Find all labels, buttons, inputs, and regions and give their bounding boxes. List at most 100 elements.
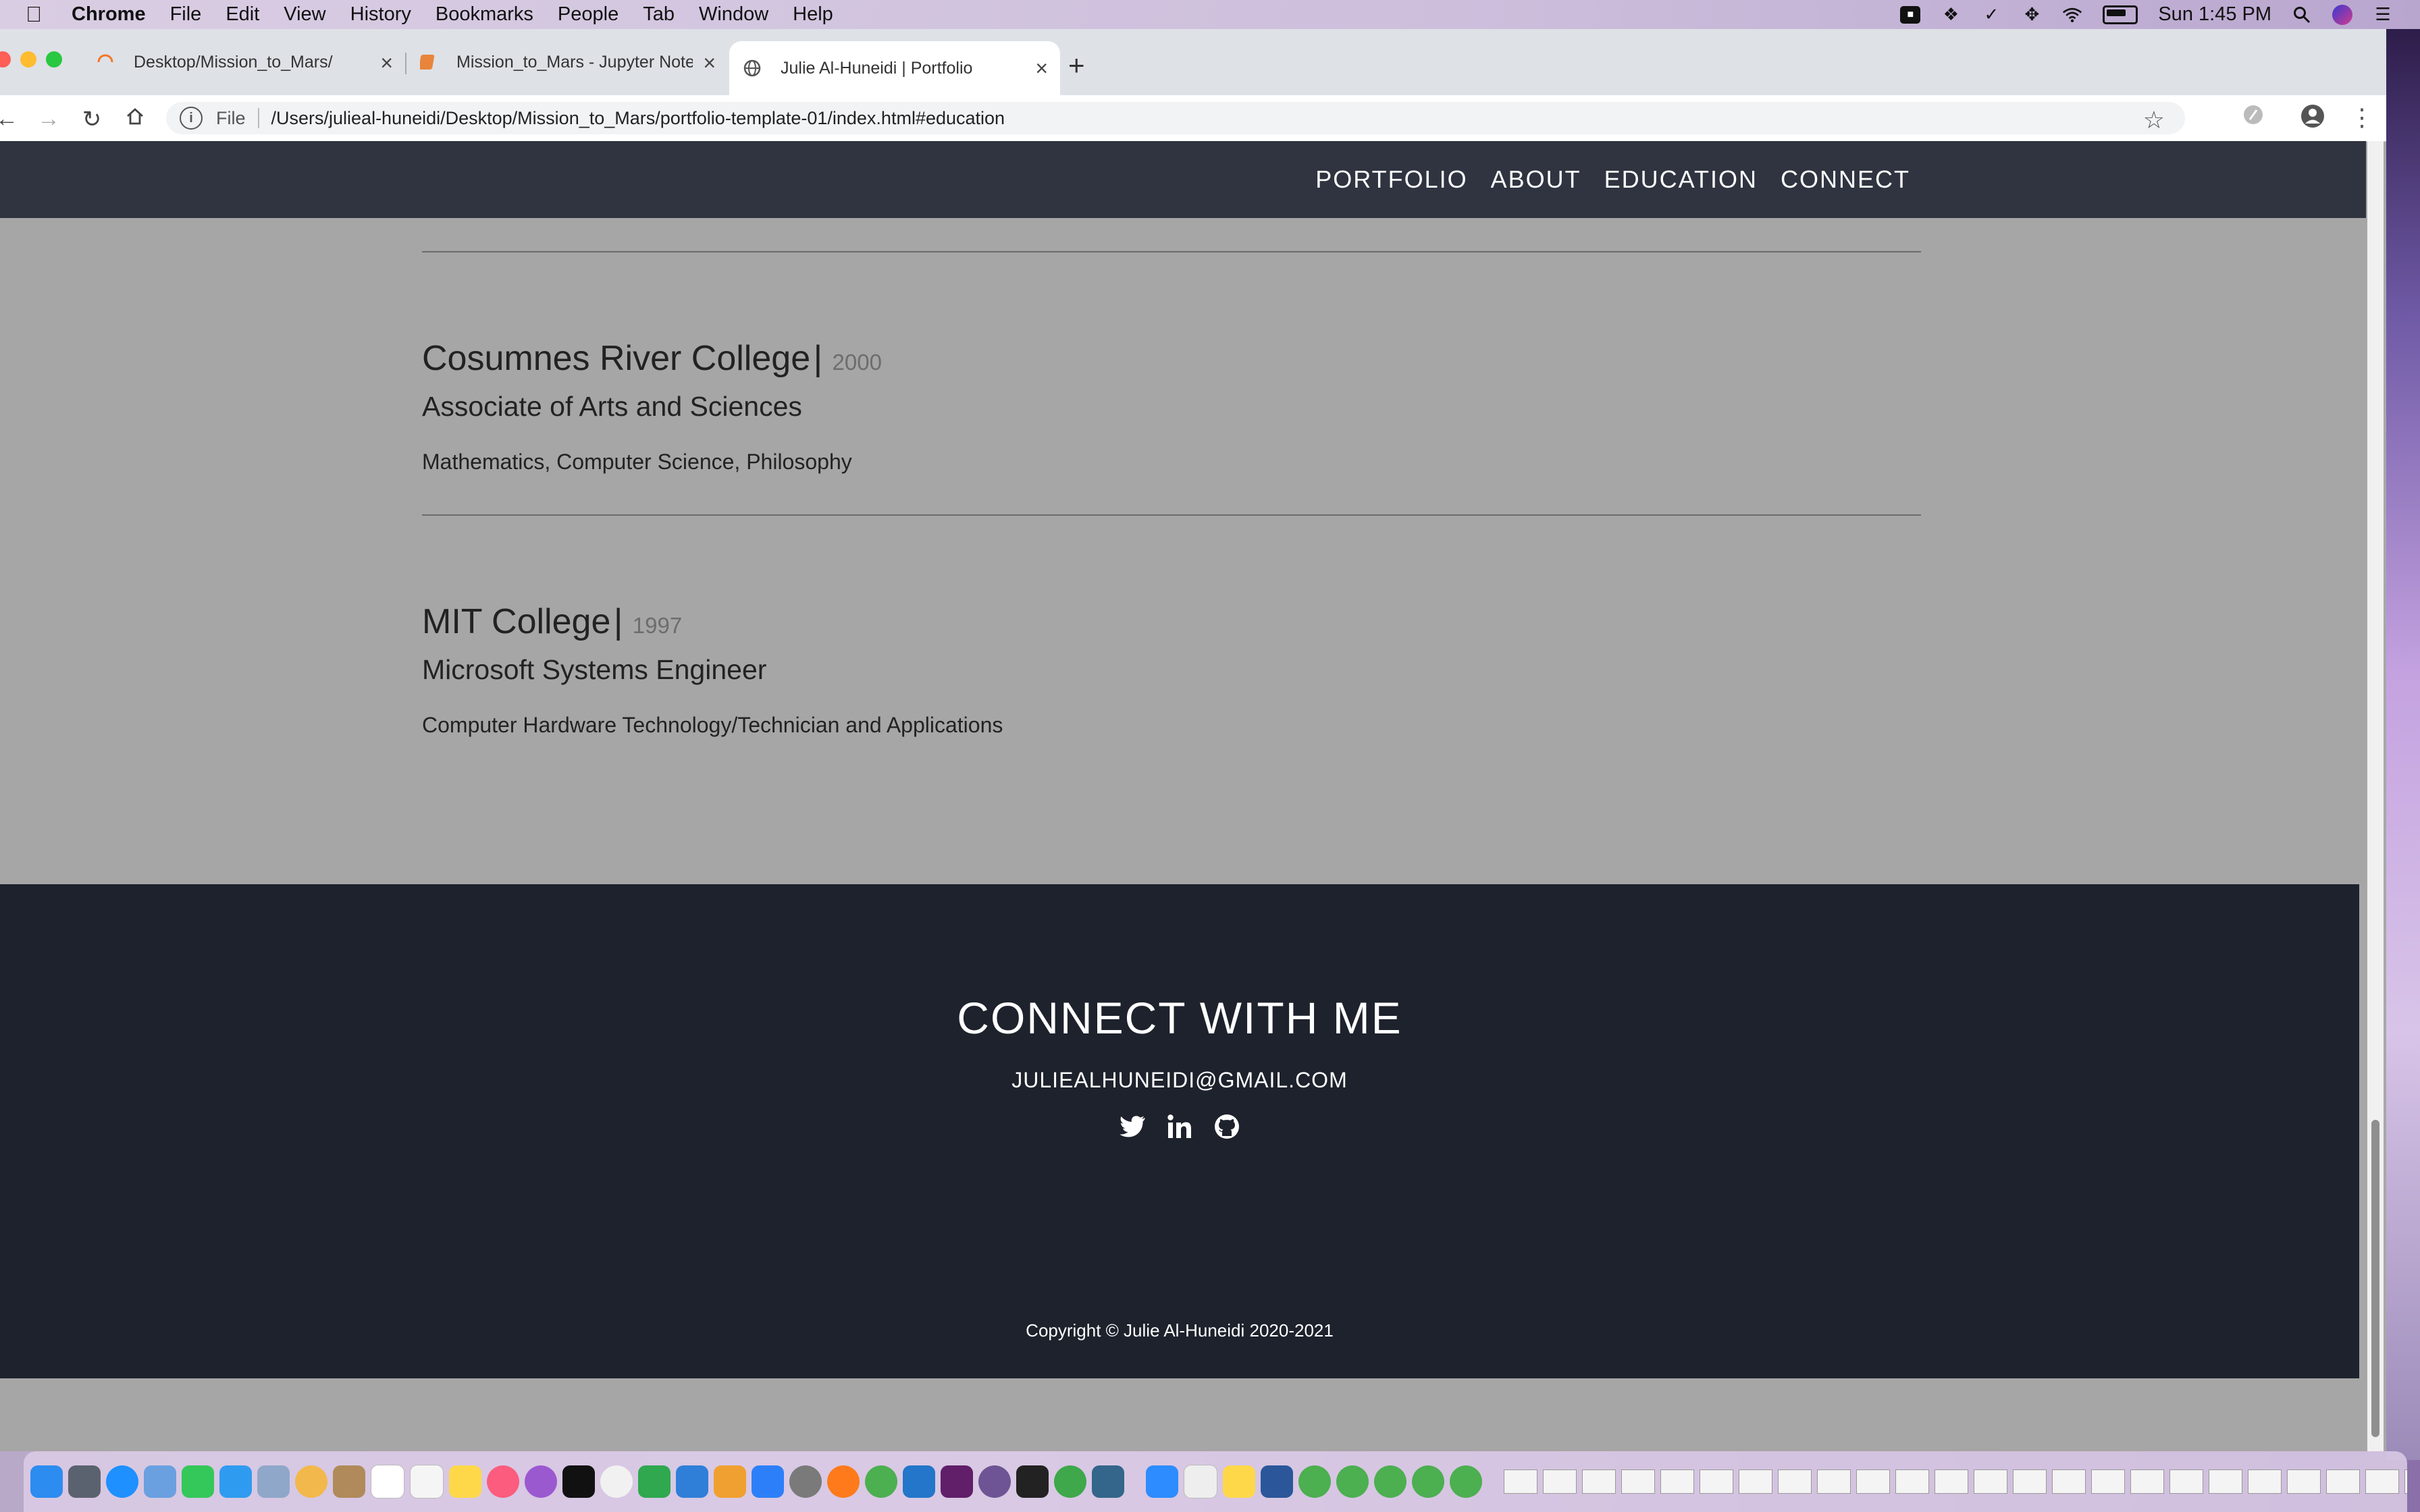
app-store-icon[interactable] bbox=[752, 1465, 784, 1498]
chrome-icon[interactable] bbox=[1336, 1465, 1369, 1498]
music-icon[interactable] bbox=[487, 1465, 519, 1498]
finder-icon[interactable] bbox=[30, 1465, 63, 1498]
menu-people[interactable]: People bbox=[558, 3, 619, 26]
menu-tab[interactable]: Tab bbox=[643, 3, 675, 26]
minimized-window-thumbnail[interactable] bbox=[1582, 1469, 1616, 1494]
tab-portfolio-active[interactable]: Julie Al-Huneidi | Portfolio × bbox=[729, 41, 1060, 95]
close-tab-icon[interactable]: × bbox=[703, 51, 716, 76]
minimized-window-thumbnail[interactable] bbox=[2130, 1469, 2164, 1494]
safari-icon[interactable] bbox=[106, 1465, 138, 1498]
minimized-window-thumbnail[interactable] bbox=[2248, 1469, 2282, 1494]
terminal-icon[interactable] bbox=[1016, 1465, 1049, 1498]
minimized-window-thumbnail[interactable] bbox=[1700, 1469, 1733, 1494]
apple-tv-icon[interactable] bbox=[562, 1465, 595, 1498]
zoom-icon[interactable] bbox=[1146, 1465, 1178, 1498]
nav-link-about[interactable]: ABOUT bbox=[1491, 165, 1581, 194]
minimized-window-thumbnail[interactable] bbox=[1895, 1469, 1929, 1494]
preview-icon[interactable] bbox=[144, 1465, 176, 1498]
minimized-window-thumbnail[interactable] bbox=[1778, 1469, 1812, 1494]
minimized-window-thumbnail[interactable] bbox=[1543, 1469, 1577, 1494]
vscode-icon[interactable] bbox=[903, 1465, 935, 1498]
chrome-icon[interactable] bbox=[1374, 1465, 1406, 1498]
address-bar[interactable]: i File /Users/julieal-huneidi/Desktop/Mi… bbox=[166, 102, 2185, 134]
minimized-window-thumbnail[interactable] bbox=[1660, 1469, 1694, 1494]
checkmark-status-icon[interactable]: ✓ bbox=[1981, 4, 2001, 24]
reminders-icon[interactable] bbox=[410, 1465, 444, 1498]
minimized-window-thumbnail[interactable] bbox=[2169, 1469, 2203, 1494]
minimized-window-thumbnail[interactable] bbox=[2052, 1469, 2086, 1494]
bookmark-star-icon[interactable]: ☆ bbox=[2143, 106, 2165, 134]
minimized-window-thumbnail[interactable] bbox=[2287, 1469, 2321, 1494]
firefox-icon[interactable] bbox=[827, 1465, 860, 1498]
minimized-window-thumbnail[interactable] bbox=[1817, 1469, 1851, 1494]
minimized-window-thumbnail[interactable] bbox=[2091, 1469, 2125, 1494]
minimized-window-thumbnail[interactable] bbox=[1504, 1469, 1537, 1494]
close-window-button[interactable] bbox=[0, 51, 11, 68]
nav-link-portfolio[interactable]: PORTFOLIO bbox=[1315, 165, 1467, 194]
word-icon[interactable] bbox=[1261, 1465, 1293, 1498]
minimized-window-thumbnail[interactable] bbox=[2365, 1469, 2399, 1494]
scrollbar-thumb[interactable] bbox=[2371, 1120, 2379, 1437]
new-tab-icon[interactable]: + bbox=[1068, 49, 1085, 82]
linkedin-icon[interactable] bbox=[1165, 1112, 1194, 1141]
postgresql-icon[interactable] bbox=[1092, 1465, 1124, 1498]
calendar-icon[interactable] bbox=[371, 1465, 404, 1498]
system-preferences-icon[interactable] bbox=[789, 1465, 822, 1498]
reload-icon[interactable]: ↻ bbox=[80, 106, 104, 133]
minimized-window-thumbnail[interactable] bbox=[1739, 1469, 1772, 1494]
footer-email-link[interactable]: JULIEALHUNEIDI@GMAIL.COM bbox=[0, 1068, 2359, 1093]
minimized-window-thumbnail[interactable] bbox=[2209, 1469, 2242, 1494]
minimized-window-thumbnail[interactable] bbox=[2326, 1469, 2360, 1494]
extension-icon[interactable] bbox=[2242, 103, 2265, 132]
github-desktop-icon[interactable] bbox=[978, 1465, 1011, 1498]
launchpad-icon[interactable] bbox=[68, 1465, 101, 1498]
podcasts-icon[interactable] bbox=[525, 1465, 557, 1498]
menu-app-name[interactable]: Chrome bbox=[72, 3, 146, 26]
minimize-window-button[interactable] bbox=[20, 51, 36, 68]
minimized-window-thumbnail[interactable] bbox=[1974, 1469, 2007, 1494]
messages-icon[interactable] bbox=[219, 1465, 252, 1498]
photos-icon[interactable] bbox=[295, 1465, 327, 1498]
anaconda-icon[interactable] bbox=[1054, 1465, 1086, 1498]
menubar-clock[interactable]: Sun 1:45 PM bbox=[2158, 3, 2271, 26]
siri-icon[interactable] bbox=[2332, 4, 2352, 25]
minimized-window-thumbnail[interactable] bbox=[2404, 1469, 2407, 1494]
menu-window[interactable]: Window bbox=[699, 3, 768, 26]
wifi-icon[interactable] bbox=[2062, 6, 2082, 24]
menu-help[interactable]: Help bbox=[793, 3, 833, 26]
close-tab-icon[interactable]: × bbox=[1035, 56, 1048, 81]
textedit-icon[interactable] bbox=[1184, 1465, 1217, 1498]
menu-view[interactable]: View bbox=[284, 3, 325, 26]
contacts-icon[interactable] bbox=[257, 1465, 290, 1498]
tab-jupyter-files[interactable]: Desktop/Mission_to_Mars/ × bbox=[96, 41, 393, 83]
chrome-icon[interactable] bbox=[1412, 1465, 1444, 1498]
slack-icon[interactable] bbox=[941, 1465, 973, 1498]
apple-menu-icon[interactable]:  bbox=[26, 2, 45, 27]
home-icon[interactable] bbox=[123, 106, 147, 132]
menu-history[interactable]: History bbox=[350, 3, 411, 26]
notes-book-icon[interactable] bbox=[333, 1465, 365, 1498]
back-arrow-icon[interactable]: ← bbox=[0, 106, 19, 132]
chrome-icon[interactable] bbox=[1298, 1465, 1331, 1498]
close-tab-icon[interactable]: × bbox=[380, 51, 393, 76]
menu-file[interactable]: File bbox=[170, 3, 202, 26]
site-info-icon[interactable]: i bbox=[180, 107, 203, 130]
nav-link-connect[interactable]: CONNECT bbox=[1781, 165, 1910, 194]
minimized-window-thumbnail[interactable] bbox=[1856, 1469, 1890, 1494]
kebab-menu-icon[interactable]: ⋮ bbox=[2350, 103, 2374, 132]
page-scrollbar[interactable] bbox=[2367, 141, 2384, 1451]
minimized-window-thumbnail[interactable] bbox=[1935, 1469, 1968, 1494]
battery-icon[interactable] bbox=[2103, 5, 2138, 24]
move-status-icon[interactable]: ✥ bbox=[2022, 4, 2042, 24]
keynote-icon[interactable] bbox=[676, 1465, 708, 1498]
twitter-icon[interactable] bbox=[1118, 1112, 1147, 1141]
pages-icon[interactable] bbox=[714, 1465, 746, 1498]
python-launcher-icon[interactable] bbox=[1223, 1465, 1255, 1498]
url-text[interactable]: /Users/julieal-huneidi/Desktop/Mission_t… bbox=[271, 108, 1005, 129]
minimized-window-thumbnail[interactable] bbox=[1621, 1469, 1655, 1494]
github-icon[interactable] bbox=[1213, 1112, 1241, 1141]
profile-icon[interactable] bbox=[2300, 103, 2325, 135]
chrome-icon[interactable] bbox=[865, 1465, 897, 1498]
notification-center-icon[interactable]: ☰ bbox=[2373, 4, 2393, 24]
forward-arrow-icon[interactable]: → bbox=[36, 106, 61, 132]
